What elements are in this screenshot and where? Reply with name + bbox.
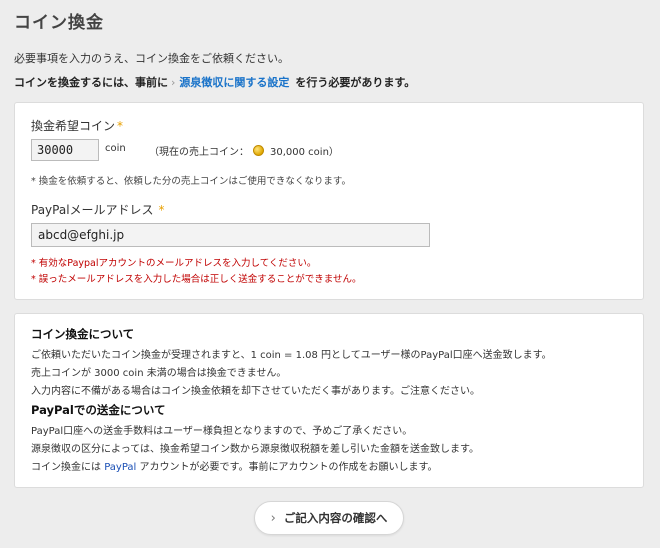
- exchange-form-card: 換金希望コイン* coin （現在の売上コイン： 30,000 coin） * …: [14, 102, 644, 300]
- confirm-button-label: ご記入内容の確認へ: [283, 511, 388, 525]
- info-heading-paypal: PayPalでの送金について: [31, 403, 166, 417]
- paypal-link[interactable]: PayPal: [104, 462, 136, 473]
- notice-suffix: を行う必要があります。: [295, 76, 416, 89]
- info-text: PayPal口座への送金手数料はユーザー様負担となりますので、予めご了承ください…: [31, 426, 413, 437]
- email-warning-1: * 有効なPaypalアカウントのメールアドレスを入力してください。: [31, 258, 317, 269]
- notice-line: コインを換金するには、事前に › 源泉徴収に関する設定 を行う必要があります。: [14, 74, 415, 90]
- paypal-email-input[interactable]: [31, 223, 430, 247]
- info-text: 売上コインが 3000 coin 未満の場合は換金できません。: [31, 368, 287, 379]
- page-title: コイン換金: [14, 13, 104, 33]
- coin-amount-label: 換金希望コイン *: [31, 119, 124, 133]
- email-warning-2: * 誤ったメールアドレスを入力した場合は正しく送金することができません。: [31, 274, 362, 285]
- coin-note: * 換金を依頼すると、依頼した分の売上コインはご使用できなくなります。: [31, 176, 351, 187]
- coin-unit-label: coin: [105, 143, 126, 154]
- required-mark: *: [117, 119, 124, 133]
- email-label: PayPalメールアドレス *: [31, 203, 165, 217]
- info-text: 源泉徴収の区分によっては、換金希望コイン数から源泉徴収税額を差し引いた金額を送金…: [31, 444, 479, 455]
- tax-settings-link[interactable]: 源泉徴収に関する設定: [179, 74, 289, 90]
- required-mark: *: [158, 203, 165, 217]
- intro-text: 必要事項を入力のうえ、コイン換金をご依頼ください。: [14, 52, 289, 65]
- coin-amount-input[interactable]: [31, 139, 99, 161]
- notice-prefix: コインを換金するには、事前に: [14, 76, 168, 89]
- current-coins: （現在の売上コイン： 30,000 coin）: [149, 145, 339, 158]
- confirm-button[interactable]: › ご記入内容の確認へ: [254, 501, 404, 535]
- info-heading-exchange: コイン換金について: [31, 327, 135, 341]
- coin-icon: [253, 145, 264, 156]
- chevron-right-icon: ›: [171, 75, 176, 89]
- info-text: 入力内容に不備がある場合はコイン換金依頼を却下させていただく事があります。ご注意…: [31, 386, 480, 397]
- info-text: コイン換金には PayPal アカウントが必要です。事前にアカウントの作成をお願…: [31, 462, 438, 473]
- info-text: ご依頼いただいたコイン換金が受理されますと、1 coin = 1.08 円として…: [31, 350, 552, 361]
- chevron-right-icon: ›: [270, 510, 276, 526]
- info-card: コイン換金について ご依頼いただいたコイン換金が受理されますと、1 coin =…: [14, 313, 644, 488]
